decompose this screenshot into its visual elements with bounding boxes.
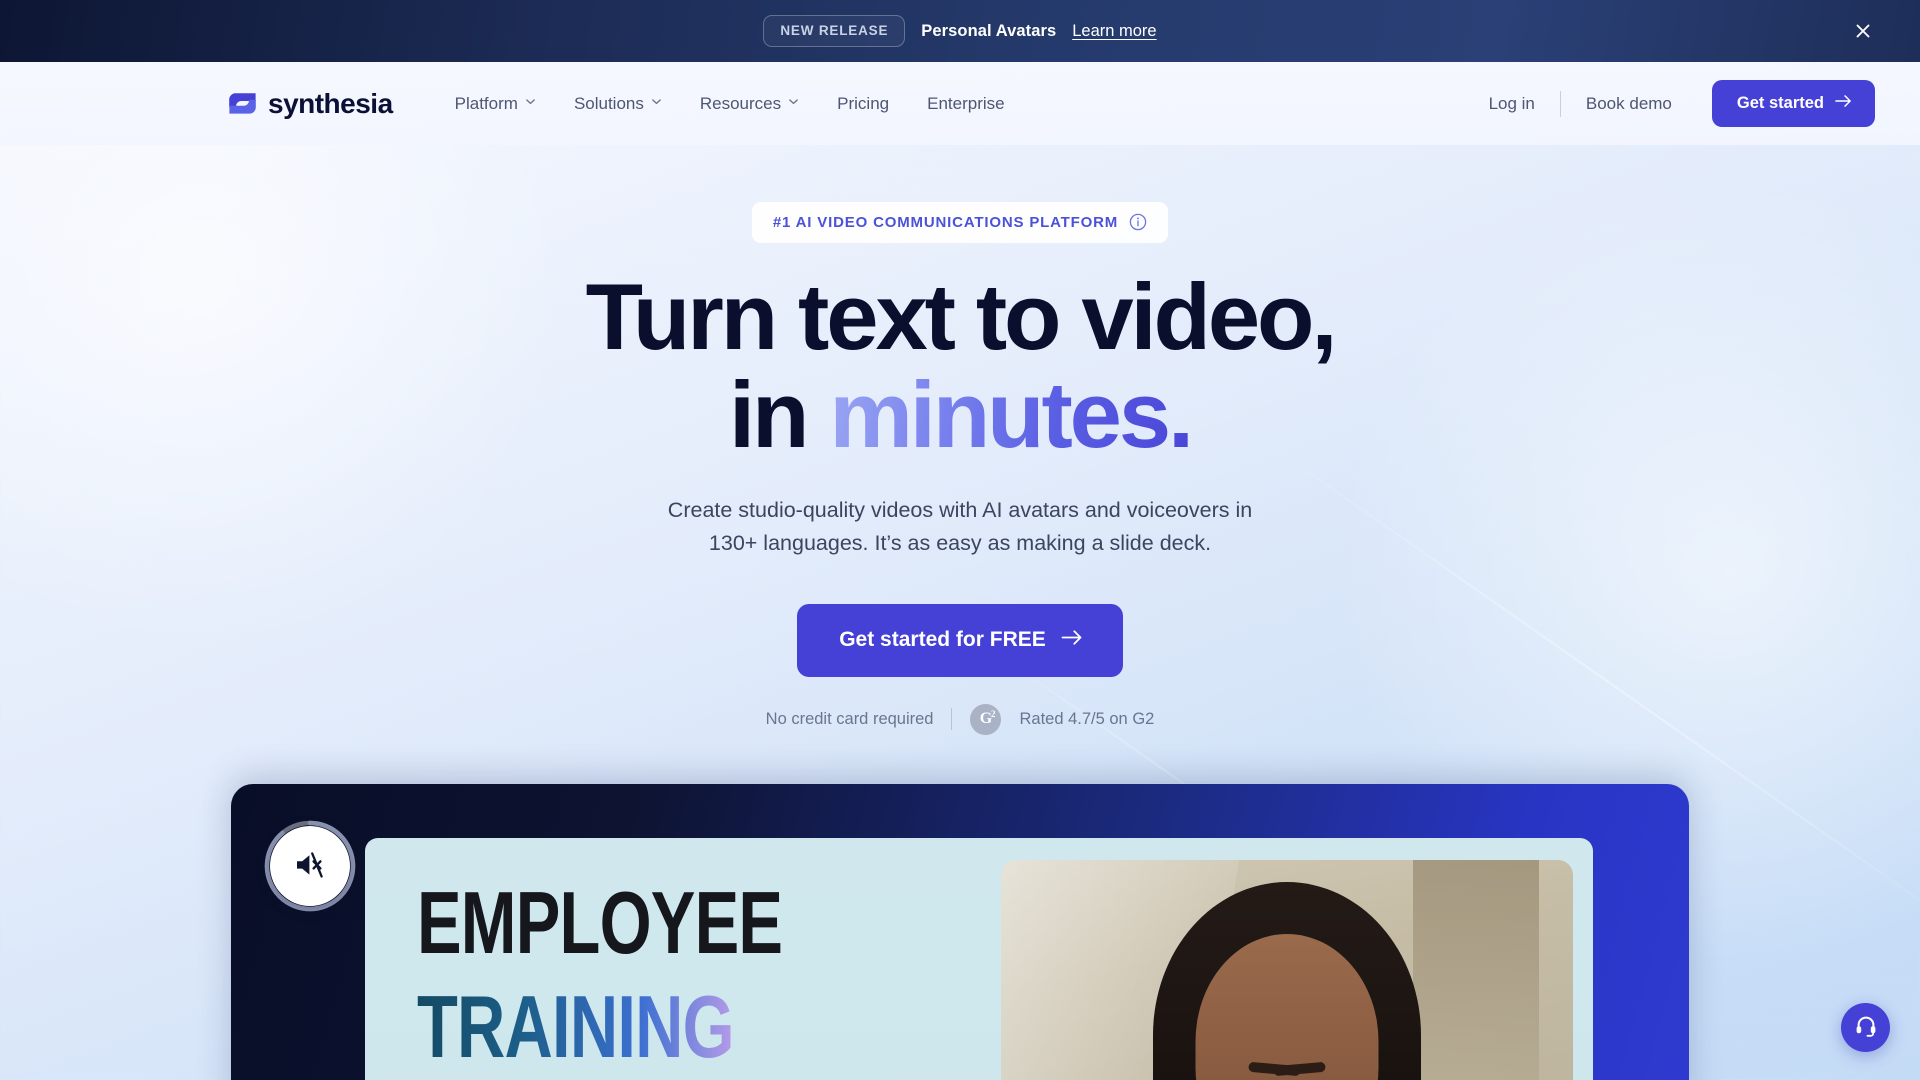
trust-divider <box>951 708 953 731</box>
headset-icon <box>1854 1013 1878 1042</box>
speaker-muted-icon <box>293 850 327 883</box>
hero-subheadline: Create studio-quality videos with AI ava… <box>0 494 1920 559</box>
announcement-content: NEW RELEASE Personal Avatars Learn more <box>763 14 1157 48</box>
nav-item-platform[interactable]: Platform <box>436 84 555 124</box>
nav-item-label: Platform <box>454 93 518 113</box>
nav-item-label: Solutions <box>573 93 644 113</box>
avatar-video-frame <box>1001 860 1573 1080</box>
synthesia-logo[interactable]: synthesia <box>228 88 393 120</box>
avatar-person <box>1122 860 1452 1080</box>
release-tag-badge: NEW RELEASE <box>763 14 906 48</box>
page-title: Turn text to video, in minutes. <box>0 267 1920 468</box>
login-link[interactable]: Log in <box>1467 84 1557 124</box>
no-credit-card-text: No credit card required <box>765 709 934 728</box>
slide-subtitle: TRAINING <box>417 977 735 1076</box>
header-actions: Log in Book demo Get started <box>1467 80 1875 127</box>
nav-item-enterprise[interactable]: Enterprise <box>908 84 1023 124</box>
headline-line-2-plain: in <box>728 362 830 468</box>
synthesia-logo-icon <box>228 92 257 115</box>
headline-line-2-accent: minutes. <box>829 362 1194 468</box>
hero-section: #1 AI VIDEO COMMUNICATIONS PLATFORM Turn… <box>0 145 1920 735</box>
trust-indicators: No credit card required G 2 Rated 4.7/5 … <box>0 703 1920 735</box>
chevron-down-icon <box>788 96 799 107</box>
nav-item-pricing[interactable]: Pricing <box>818 84 908 124</box>
nav-item-label: Enterprise <box>927 93 1005 113</box>
announcement-learn-more-link[interactable]: Learn more <box>1072 22 1156 41</box>
chevron-down-icon <box>525 96 536 107</box>
nav-item-solutions[interactable]: Solutions <box>555 84 681 124</box>
video-player[interactable]: EMPLOYEE TRAINING <box>231 784 1689 1080</box>
book-demo-link[interactable]: Book demo <box>1564 84 1694 124</box>
nav-item-label: Pricing <box>837 93 890 113</box>
nav-item-resources[interactable]: Resources <box>681 84 818 124</box>
platform-ranking-badge[interactable]: #1 AI VIDEO COMMUNICATIONS PLATFORM <box>751 202 1169 243</box>
video-slide: EMPLOYEE TRAINING <box>365 838 1593 1080</box>
video-showcase[interactable]: EMPLOYEE TRAINING <box>231 784 1689 1080</box>
nav-item-label: Resources <box>699 93 782 113</box>
info-icon[interactable] <box>1129 213 1147 231</box>
g2-icon: G 2 <box>970 703 1002 735</box>
arrow-right-icon <box>1835 94 1852 113</box>
get-started-button[interactable]: Get started <box>1711 80 1875 127</box>
primary-navigation: Platform Solutions Resources Pricing Ent… <box>436 84 1024 124</box>
header-divider <box>1559 90 1561 117</box>
headline-line-1: Turn text to video, <box>585 264 1338 369</box>
get-started-for-free-button[interactable]: Get started for FREE <box>797 603 1123 677</box>
subheadline-line-2: 130+ languages. It’s as easy as making a… <box>708 531 1212 556</box>
announcement-banner: NEW RELEASE Personal Avatars Learn more <box>0 0 1920 62</box>
synthesia-logo-text: synthesia <box>268 87 393 119</box>
get-started-button-label: Get started <box>1736 94 1824 112</box>
slide-title: EMPLOYEE <box>417 873 783 972</box>
platform-ranking-badge-label: #1 AI VIDEO COMMUNICATIONS PLATFORM <box>772 213 1119 231</box>
close-icon[interactable] <box>1848 16 1878 46</box>
get-started-for-free-label: Get started for FREE <box>839 627 1046 651</box>
site-header: synthesia Platform Solutions Resources P… <box>0 62 1920 145</box>
g2-icon-superscript: 2 <box>990 708 996 719</box>
g2-rating-text: Rated 4.7/5 on G2 <box>1019 709 1155 728</box>
arrow-right-icon <box>1061 628 1083 652</box>
support-chat-button[interactable] <box>1841 1003 1890 1052</box>
mute-toggle-button[interactable] <box>270 826 350 906</box>
announcement-title: Personal Avatars <box>921 21 1057 40</box>
subheadline-line-1: Create studio-quality videos with AI ava… <box>667 498 1253 523</box>
chevron-down-icon <box>651 96 662 107</box>
